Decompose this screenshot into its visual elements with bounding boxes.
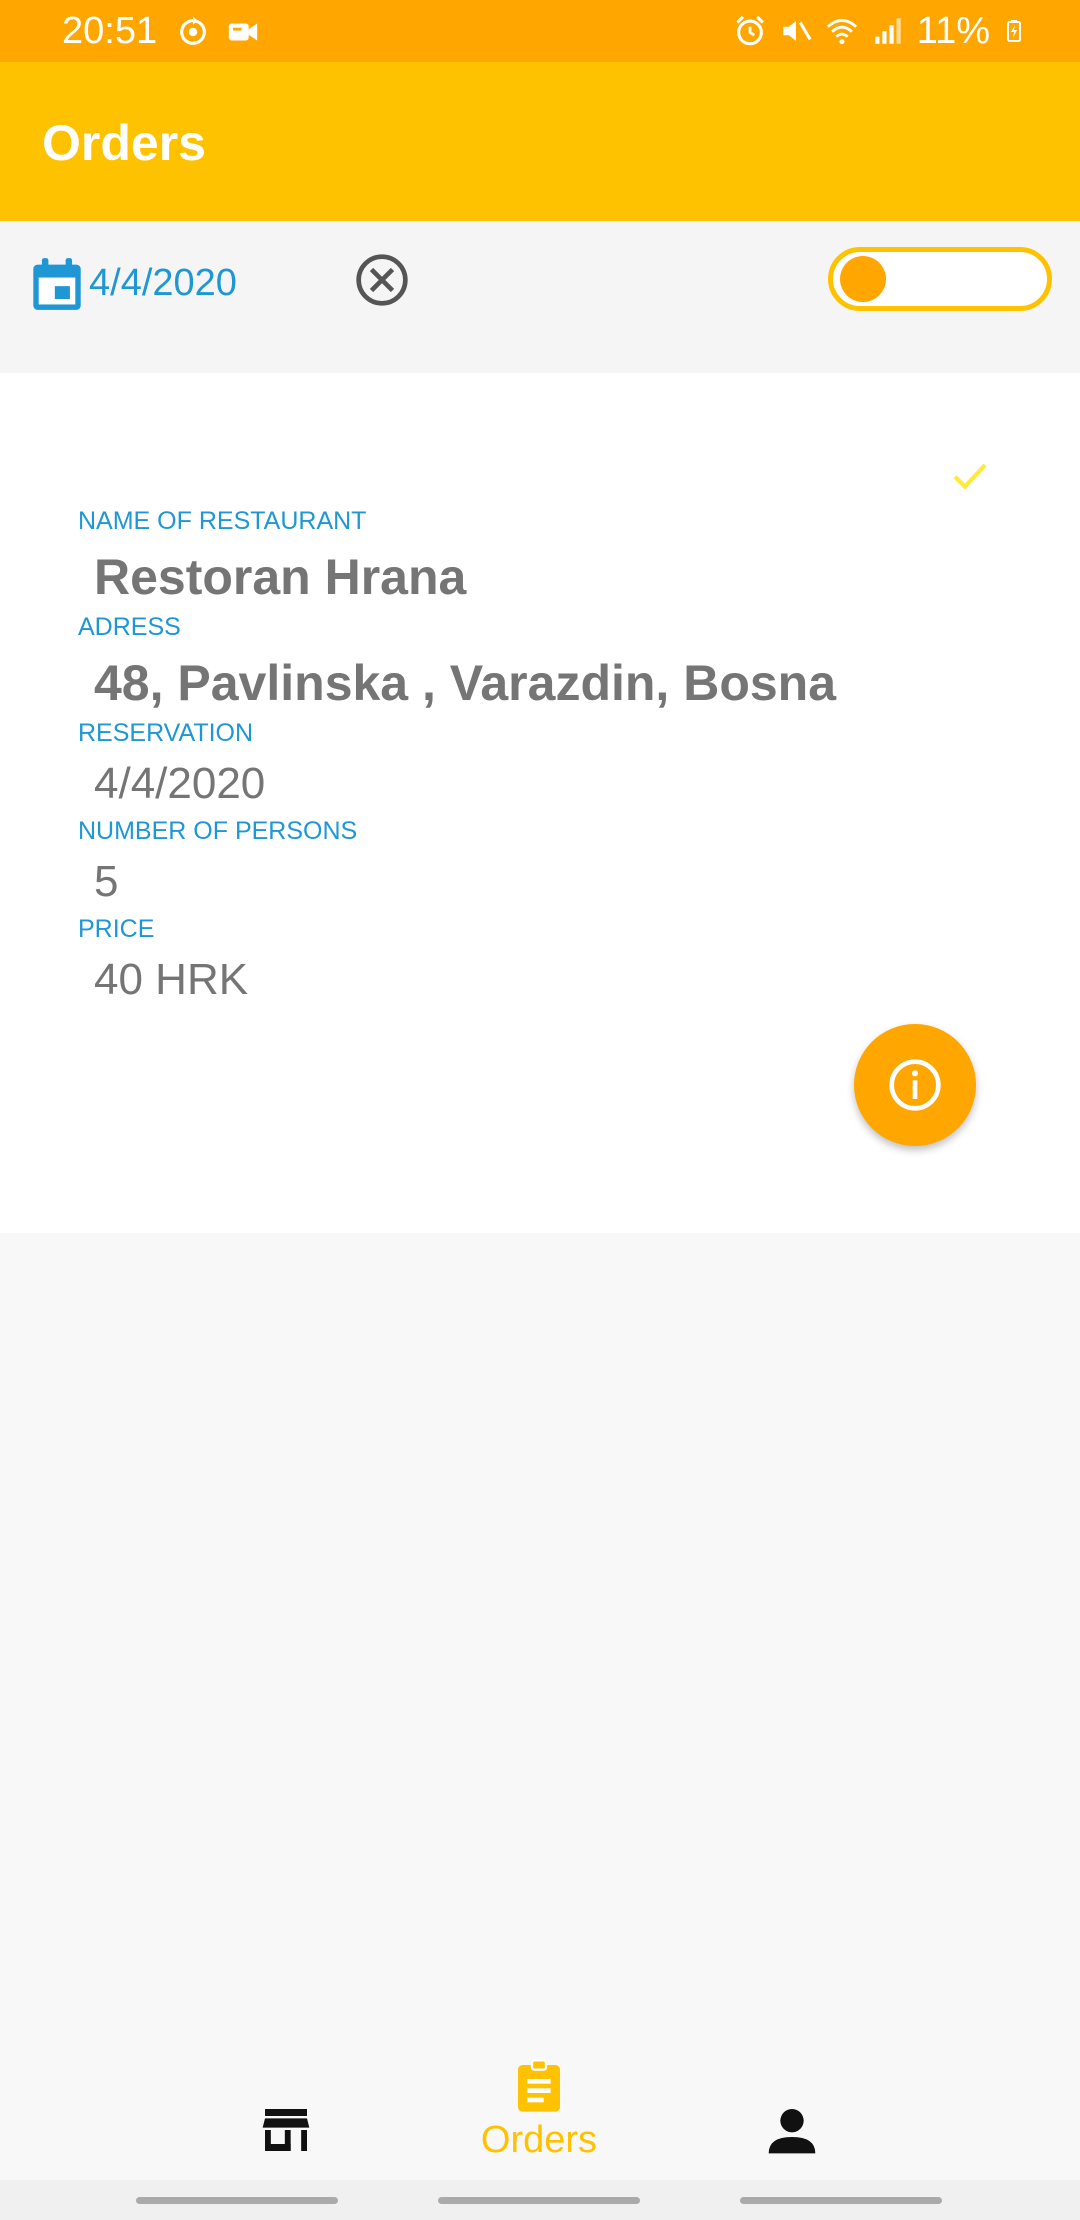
video-call-icon — [228, 23, 258, 41]
restaurant-name-label: NAME OF RESTAURANT — [78, 507, 367, 535]
order-card: NAME OF RESTAURANT Restoran Hrana ADRESS… — [0, 373, 1080, 1233]
toggle-knob — [840, 256, 886, 302]
mute-icon — [783, 21, 812, 41]
alarm-icon — [735, 15, 764, 46]
battery-charging-icon — [1007, 20, 1021, 42]
nav-label-orders: Orders — [480, 2119, 598, 2161]
orders-icon — [518, 2059, 560, 2112]
date-filter-row: 4/4/2020 — [0, 221, 1080, 373]
info-icon — [889, 1059, 941, 1111]
nav-item-orders[interactable]: Orders — [439, 2040, 639, 2180]
status-time: 20:51 — [62, 10, 158, 52]
home-handle[interactable] — [438, 2197, 640, 2204]
app-bar: Orders — [0, 62, 1080, 221]
clear-icon[interactable] — [354, 252, 410, 308]
address-label: ADRESS — [78, 613, 181, 641]
recents-handle[interactable] — [136, 2197, 338, 2204]
persons-value: 5 — [94, 857, 119, 906]
signal-icon — [875, 18, 901, 44]
sync-icon — [180, 16, 206, 45]
reservation-label: RESERVATION — [78, 719, 254, 747]
restaurant-name-value: Restoran Hrana — [94, 549, 467, 605]
nav-item-restaurants[interactable] — [186, 2040, 386, 2180]
check-icon — [953, 463, 987, 490]
store-icon — [262, 2109, 310, 2151]
filter-toggle[interactable] — [828, 247, 1052, 311]
status-bar: 20:51 11% — [0, 0, 1080, 62]
selected-date[interactable]: 4/4/2020 — [89, 259, 237, 307]
system-navigation-bar — [0, 2180, 1080, 2220]
wifi-icon — [826, 18, 857, 45]
status-icons: 11% — [733, 10, 1026, 52]
price-value: 40 HRK — [94, 955, 249, 1004]
address-value: 48, Pavlinska , Varazdin, Bosna — [94, 655, 837, 711]
back-handle[interactable] — [740, 2197, 942, 2204]
calendar-icon[interactable] — [31, 256, 83, 312]
battery-level: 11% — [916, 10, 990, 52]
info-button[interactable] — [854, 1024, 976, 1146]
person-icon — [768, 2109, 816, 2154]
page-title: Orders — [42, 115, 206, 171]
persons-label: NUMBER OF PERSONS — [78, 817, 358, 845]
nav-item-profile[interactable] — [692, 2040, 892, 2180]
price-label: PRICE — [78, 915, 155, 943]
bottom-navigation: Orders — [0, 2040, 1080, 2180]
reservation-value: 4/4/2020 — [94, 759, 266, 808]
